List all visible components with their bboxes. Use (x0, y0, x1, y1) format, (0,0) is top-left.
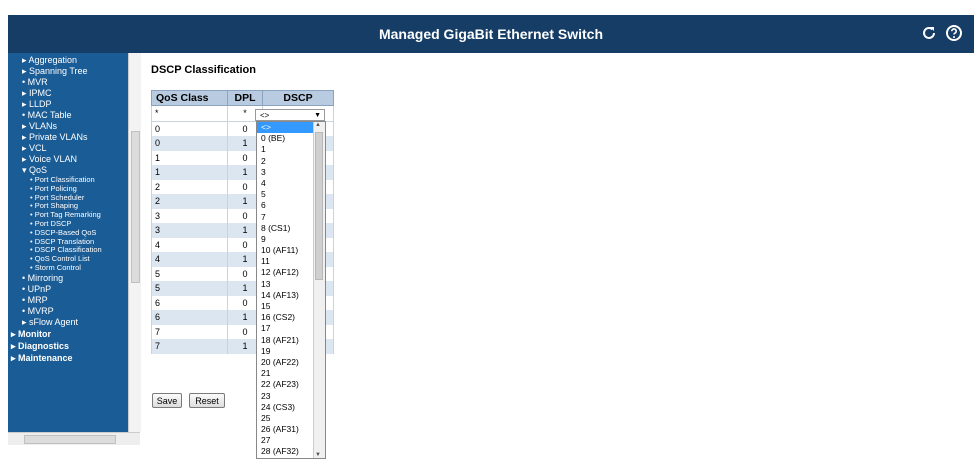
dscp-option[interactable]: 5 (257, 189, 315, 200)
dscp-option[interactable]: 1 (257, 144, 315, 155)
dscp-option[interactable]: 25 (257, 413, 315, 424)
dscp-option[interactable]: 4 (257, 178, 315, 189)
dscp-option[interactable]: 3 (257, 167, 315, 178)
page-title: DSCP Classification (151, 64, 256, 76)
qos-class-cell: 0 (151, 121, 228, 136)
dscp-option[interactable]: 27 (257, 435, 315, 446)
dscp-option[interactable]: 10 (AF11) (257, 245, 315, 256)
help-icon[interactable] (945, 24, 963, 42)
dscp-option[interactable]: 13 (257, 279, 315, 290)
dropdown-scroll-thumb[interactable] (315, 132, 323, 280)
sidebar-item[interactable]: ▸ Spanning Tree (8, 66, 128, 77)
dscp-select-value: <> (260, 111, 270, 120)
sidebar-item[interactable]: • MAC Table (8, 110, 128, 121)
sidebar-item[interactable]: ▸ sFlow Agent (8, 317, 128, 328)
horizontal-scroll-thumb[interactable] (24, 435, 116, 444)
qos-class-cell: 0 (151, 136, 228, 151)
dscp-option[interactable]: 21 (257, 368, 315, 379)
sidebar-list: ▸ Aggregation ▸ Spanning Tree • MVR ▸ IPMC ▸… (8, 53, 128, 364)
dscp-option[interactable]: 22 (AF23) (257, 379, 315, 390)
scroll-up-icon[interactable]: ▲ (315, 122, 321, 128)
sidebar-item[interactable]: • Mirroring (8, 273, 128, 284)
sidebar-item[interactable]: ▸ Maintenance (8, 352, 128, 364)
dscp-option[interactable]: 8 (CS1) (257, 223, 315, 234)
dscp-option[interactable]: 16 (CS2) (257, 312, 315, 323)
dscp-header: DSCP (262, 90, 334, 106)
qos-class-cell: 7 (151, 324, 228, 339)
qos-class-cell: 7 (151, 339, 228, 354)
qos-class-cell: 1 (151, 165, 228, 180)
dscp-option[interactable]: 7 (257, 212, 315, 223)
dscp-option[interactable]: 18 (AF21) (257, 335, 315, 346)
dscp-wildcard-select[interactable]: <> ▼ (255, 109, 325, 121)
wildcard-qos-class: * (151, 105, 228, 122)
qos-class-cell: 6 (151, 310, 228, 325)
sidebar-item[interactable]: ▸ Aggregation (8, 53, 128, 66)
sidebar-item[interactable]: ▸ IPMC (8, 88, 128, 99)
qos-class-cell: 1 (151, 150, 228, 165)
dscp-options: <> 0 (BE) 1 2 3 4 5 6 7 8 (CS1) 9 10 (AF11) 11 12 (AF… (257, 122, 315, 458)
sidebar-item[interactable]: • MVR (8, 77, 128, 88)
dscp-option[interactable]: <> (257, 122, 315, 134)
qos-class-cell: 4 (151, 237, 228, 252)
sidebar-item[interactable]: ▸ Diagnostics (8, 340, 128, 352)
sidebar-item[interactable]: • Storm Control (8, 263, 128, 273)
header-bar: Managed GigaBit Ethernet Switch (8, 15, 974, 53)
save-button[interactable]: Save (152, 393, 182, 408)
sidebar-item[interactable]: ▸ VCL (8, 143, 128, 154)
dscp-dropdown-list[interactable]: <> 0 (BE) 1 2 3 4 5 6 7 8 (CS1) 9 10 (AF11) 11 12 (AF… (256, 121, 326, 459)
sidebar-nav: ▸ Aggregation ▸ Spanning Tree • MVR ▸ IPMC ▸… (8, 53, 128, 432)
qos-class-cell: 4 (151, 252, 228, 267)
sidebar-horizontal-scrollbar[interactable] (8, 432, 140, 445)
sidebar-item[interactable]: • MRP (8, 295, 128, 306)
dscp-option[interactable]: 19 (257, 346, 315, 357)
qos-class-cell: 3 (151, 223, 228, 238)
header: Managed GigaBit Ethernet Switch (0, 0, 974, 60)
sidebar-item[interactable]: ▸ Voice VLAN (8, 154, 128, 165)
sidebar-item[interactable]: • UPnP (8, 284, 128, 295)
dscp-option[interactable]: 0 (BE) (257, 133, 315, 144)
dscp-option[interactable]: 20 (AF22) (257, 357, 315, 368)
dscp-option[interactable]: 12 (AF12) (257, 267, 315, 278)
scroll-down-icon[interactable]: ▼ (315, 452, 321, 458)
qos-class-cell: 2 (151, 179, 228, 194)
qos-class-cell: 6 (151, 295, 228, 310)
dpl-header: DPL (227, 90, 263, 106)
sidebar-scrollbar[interactable] (128, 53, 141, 432)
dscp-option[interactable]: 24 (CS3) (257, 402, 315, 413)
sidebar-item[interactable]: ▸ Monitor (8, 328, 128, 340)
dscp-option[interactable]: 11 (257, 256, 315, 267)
qos-class-cell: 5 (151, 266, 228, 281)
qos-class-cell: 5 (151, 281, 228, 296)
qos-class-cell: 3 (151, 208, 228, 223)
table-header-row: QoS Class DPL DSCP (151, 90, 334, 106)
reset-button[interactable]: Reset (189, 393, 225, 408)
dscp-option[interactable]: 23 (257, 391, 315, 402)
dscp-option[interactable]: 9 (257, 234, 315, 245)
sidebar-item[interactable]: ▸ VLANs (8, 121, 128, 132)
refresh-icon[interactable] (920, 24, 938, 42)
qos-class-header: QoS Class (151, 90, 228, 106)
qos-class-cell: 2 (151, 194, 228, 209)
dscp-option[interactable]: 15 (257, 301, 315, 312)
dropdown-scrollbar[interactable]: ▲ ▼ (313, 122, 325, 458)
sidebar-scroll-thumb[interactable] (131, 131, 140, 283)
sidebar-item[interactable]: ▸ LLDP (8, 99, 128, 110)
sidebar-item[interactable]: ▸ Private VLANs (8, 132, 128, 143)
app-title: Managed GigaBit Ethernet Switch (378, 26, 604, 42)
dscp-option[interactable]: 14 (AF13) (257, 290, 315, 301)
dscp-option[interactable]: 26 (AF31) (257, 424, 315, 435)
dscp-option[interactable]: 2 (257, 156, 315, 167)
dscp-option[interactable]: 17 (257, 323, 315, 334)
dscp-option[interactable]: 28 (AF32) (257, 446, 315, 457)
dscp-option[interactable]: 6 (257, 200, 315, 211)
sidebar-item[interactable]: • MVRP (8, 306, 128, 317)
